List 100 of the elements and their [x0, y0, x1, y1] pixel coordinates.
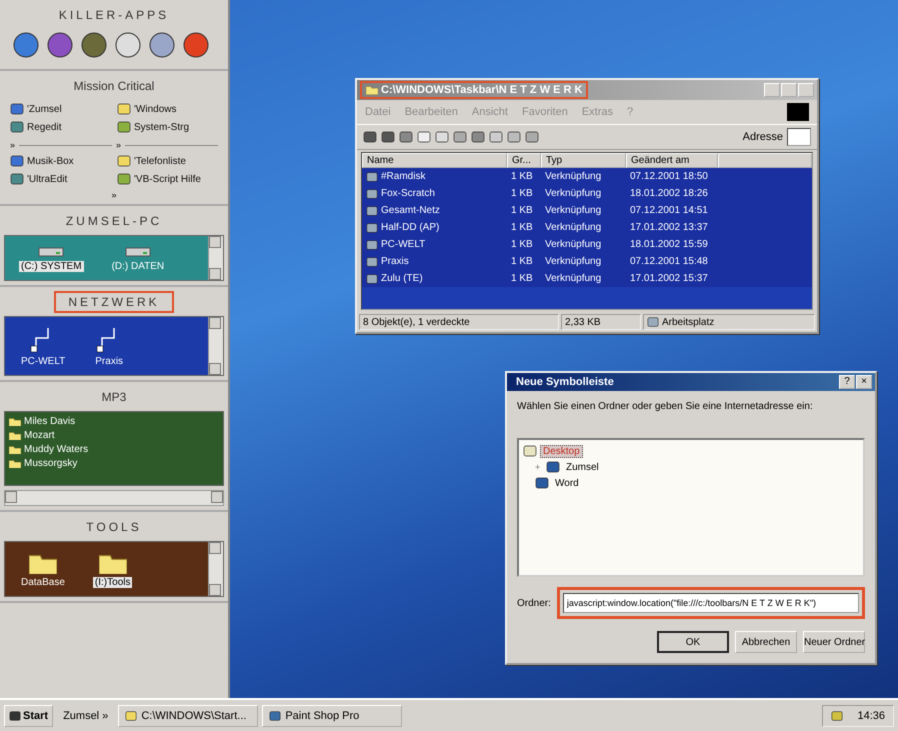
shortcut-label[interactable]: DataBase	[19, 577, 67, 588]
folder-item[interactable]: Mussorgsky	[9, 458, 219, 469]
separator-mark: »	[10, 140, 16, 150]
launcher-item[interactable]: 'Telefonliste	[117, 154, 218, 168]
tree-item[interactable]: Zumsel	[563, 460, 602, 474]
section-title: Mission Critical	[72, 78, 156, 95]
tree-item[interactable]: Desktop	[540, 444, 583, 458]
dialog-button[interactable]: OK	[657, 631, 729, 653]
toolbar-icon[interactable]	[453, 130, 467, 144]
file-row[interactable]: Zulu (TE) 1 KB Verknüpfung 17.01.2002 15:37	[362, 270, 812, 287]
column-header[interactable]: Name	[362, 153, 507, 168]
address-label: Adresse	[742, 131, 783, 143]
scrollbar[interactable]	[4, 490, 224, 506]
app-icon[interactable]	[114, 31, 142, 59]
app-icon[interactable]	[46, 31, 74, 59]
toolbar-icon[interactable]	[471, 130, 485, 144]
toolbar-icon[interactable]	[381, 130, 395, 144]
launcher-item[interactable]: Musik-Box	[10, 154, 111, 168]
toolbar-icon[interactable]	[489, 130, 503, 144]
toolbar-icon[interactable]	[507, 130, 521, 144]
status-text: Arbeitsplatz	[643, 314, 815, 330]
scrollbar[interactable]	[208, 317, 223, 375]
shortcut-icon	[366, 238, 378, 250]
program-icon	[117, 102, 131, 116]
file-row[interactable]: PC-WELT 1 KB Verknüpfung 18.01.2002 15:59	[362, 236, 812, 253]
folder-item[interactable]: Mozart	[9, 430, 219, 441]
table-cell-text: 07.12.2001 18:50	[629, 171, 709, 182]
program-icon	[10, 154, 24, 168]
dialog-button[interactable]: Abbrechen	[735, 631, 797, 653]
scrollbar[interactable]	[208, 542, 223, 596]
section-title: MP3	[100, 389, 128, 406]
taskbar-button[interactable]: C:\WINDOWS\Start...	[118, 704, 258, 726]
column-header[interactable]: Gr...	[507, 153, 541, 168]
table-cell-text: 17.01.2002 15:37	[629, 273, 709, 284]
section-title: ZUMSEL-PC	[64, 213, 164, 230]
dialog-prompt: Wählen Sie einen Ordner oder geben Sie eine Internetadresse ein:	[517, 401, 814, 412]
app-icon[interactable]	[148, 31, 176, 59]
launcher-item[interactable]: 'Zumsel	[10, 102, 111, 116]
app-icon[interactable]	[80, 31, 108, 59]
launcher-item[interactable]: 'VB-Script Hilfe	[117, 172, 218, 186]
shortcut-label[interactable]: (C:) SYSTEM	[19, 261, 84, 272]
file-row[interactable]: Fox-Scratch 1 KB Verknüpfung 18.01.2002 18:26	[362, 185, 812, 202]
shortcut-icon	[366, 204, 378, 216]
launcher-item[interactable]: System-Strg	[117, 120, 218, 134]
launcher-item[interactable]: Regedit	[10, 120, 111, 134]
table-cell-text: 1 KB	[510, 256, 534, 267]
folder-item[interactable]: Miles Davis	[9, 416, 219, 427]
window-icon	[125, 710, 138, 722]
close-button[interactable]: ×	[856, 375, 872, 389]
expand-mark[interactable]: +	[535, 462, 543, 472]
file-row[interactable]: Gesamt-Netz 1 KB Verknüpfung 07.12.2001 14:51	[362, 202, 812, 219]
file-row[interactable]: Half-DD (AP) 1 KB Verknüpfung 17.01.2002 13:37	[362, 219, 812, 236]
start-button[interactable]: Start	[4, 704, 54, 726]
shortcut-label[interactable]: PC-WELT	[19, 356, 68, 367]
file-row[interactable]: Praxis 1 KB Verknüpfung 07.12.2001 15:48	[362, 253, 812, 270]
help-button[interactable]: ?	[839, 375, 855, 389]
table-cell: Praxis	[362, 256, 507, 268]
section-title: TOOLS	[85, 519, 143, 536]
table-cell-text: Verknüpfung	[544, 205, 602, 216]
app-icon[interactable]	[12, 31, 40, 59]
shortcut-icon	[366, 170, 378, 182]
toolbar-icon[interactable]	[435, 130, 449, 144]
program-icon	[10, 102, 24, 116]
table-cell-text: Verknüpfung	[544, 171, 602, 182]
table-cell: PC-WELT	[362, 238, 507, 250]
shortcut-label[interactable]: (D:) DATEN	[110, 261, 166, 272]
column-header[interactable]: Geändert am	[626, 153, 718, 168]
shortcut-icon	[366, 272, 378, 284]
toolbar-icon[interactable]	[417, 130, 431, 144]
window-icon	[269, 710, 282, 722]
launcher-item[interactable]: 'Windows	[117, 102, 218, 116]
dialog-title: Neue Symbolleiste	[515, 375, 615, 390]
tree-node-icon	[546, 460, 560, 474]
launcher-item[interactable]: 'UltraEdit	[10, 172, 111, 186]
program-icon	[10, 120, 24, 134]
toolbar-icon[interactable]	[525, 130, 539, 144]
tree-item[interactable]: Word	[552, 476, 582, 490]
app-icon[interactable]	[182, 31, 210, 59]
scrollbar[interactable]	[208, 236, 223, 280]
address-field[interactable]	[787, 128, 811, 146]
window-title: C:\WINDOWS\Taskbar\N E T Z W E R K	[360, 81, 588, 99]
more-mark[interactable]: »	[111, 188, 116, 204]
table-cell-text: 1 KB	[510, 188, 534, 199]
dialog-button[interactable]: Neuer Ordner	[803, 631, 865, 653]
section-title: KILLER-APPS	[58, 7, 170, 24]
toolbar-icon[interactable]	[399, 130, 413, 144]
folder-icon	[9, 458, 21, 468]
table-cell-text: 1 KB	[510, 239, 534, 250]
shortcut-label[interactable]: Praxis	[93, 356, 126, 367]
table-cell-text: 18.01.2002 18:26	[629, 188, 709, 199]
folder-icon	[366, 85, 378, 95]
shortcut-icon	[366, 256, 378, 268]
folder-item[interactable]: Muddy Waters	[9, 444, 219, 455]
column-header[interactable]: Typ	[541, 153, 626, 168]
taskbar-button[interactable]: Paint Shop Pro	[262, 704, 402, 726]
shortcut-label[interactable]: (I:)Tools	[92, 577, 132, 588]
folder-field[interactable]: javascript:window.location("file:///c:/toolbars/N E T Z W E R K")	[562, 593, 859, 613]
file-row[interactable]: #Ramdisk 1 KB Verknüpfung 07.12.2001 18:50	[362, 168, 812, 185]
toolbar-icon[interactable]	[363, 130, 377, 144]
section-title: NETZWERK	[54, 291, 174, 313]
